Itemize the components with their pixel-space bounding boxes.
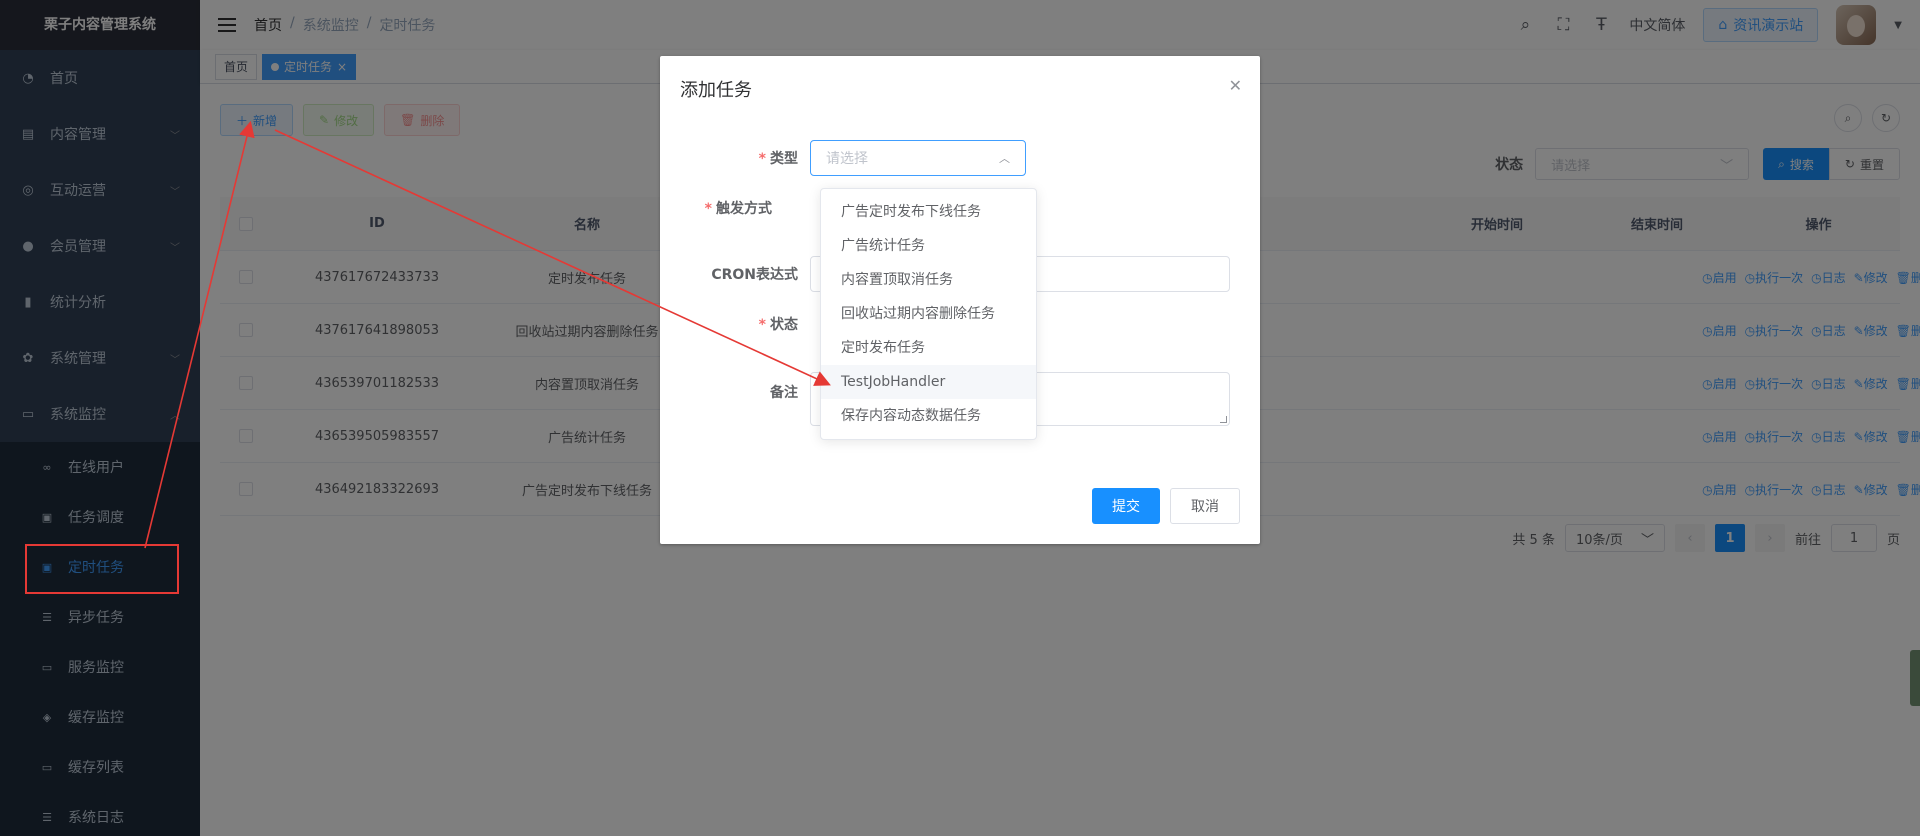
submit-button[interactable]: 提交: [1092, 488, 1160, 524]
form-row-status: * 状态: [660, 314, 810, 334]
form-row-trigger: * 触发方式: [660, 198, 784, 218]
dropdown-option[interactable]: 广告统计任务: [821, 229, 1036, 263]
chevron-up-icon: ︿: [999, 152, 1010, 165]
status-label: * 状态: [758, 317, 798, 333]
type-label: * 类型: [758, 151, 798, 167]
type-dropdown: 广告定时发布下线任务 广告统计任务 内容置顶取消任务 回收站过期内容删除任务 定…: [820, 188, 1037, 440]
form-row-type: * 类型 请选择 ︿: [660, 140, 1026, 176]
side-scroll-widget[interactable]: [1910, 650, 1920, 706]
dropdown-option[interactable]: 保存内容动态数据任务: [821, 399, 1036, 433]
close-icon[interactable]: ✕: [1229, 76, 1242, 95]
dropdown-option[interactable]: 定时发布任务: [821, 331, 1036, 365]
dropdown-option[interactable]: 广告定时发布下线任务: [821, 195, 1036, 229]
type-placeholder: 请选择: [826, 151, 868, 167]
cancel-button[interactable]: 取消: [1170, 488, 1240, 524]
type-select[interactable]: 请选择 ︿: [810, 140, 1026, 176]
dialog-footer: 提交 取消: [1092, 488, 1240, 524]
remark-label: 备注: [770, 385, 798, 401]
dropdown-option[interactable]: TestJobHandler: [821, 365, 1036, 399]
annotation-highlight-box: [25, 544, 179, 594]
dropdown-option[interactable]: 内容置顶取消任务: [821, 263, 1036, 297]
dialog-title: 添加任务: [680, 80, 752, 101]
dropdown-option[interactable]: 回收站过期内容删除任务: [821, 297, 1036, 331]
trigger-label: * 触发方式: [704, 201, 772, 217]
cron-label: CRON表达式: [711, 267, 798, 283]
